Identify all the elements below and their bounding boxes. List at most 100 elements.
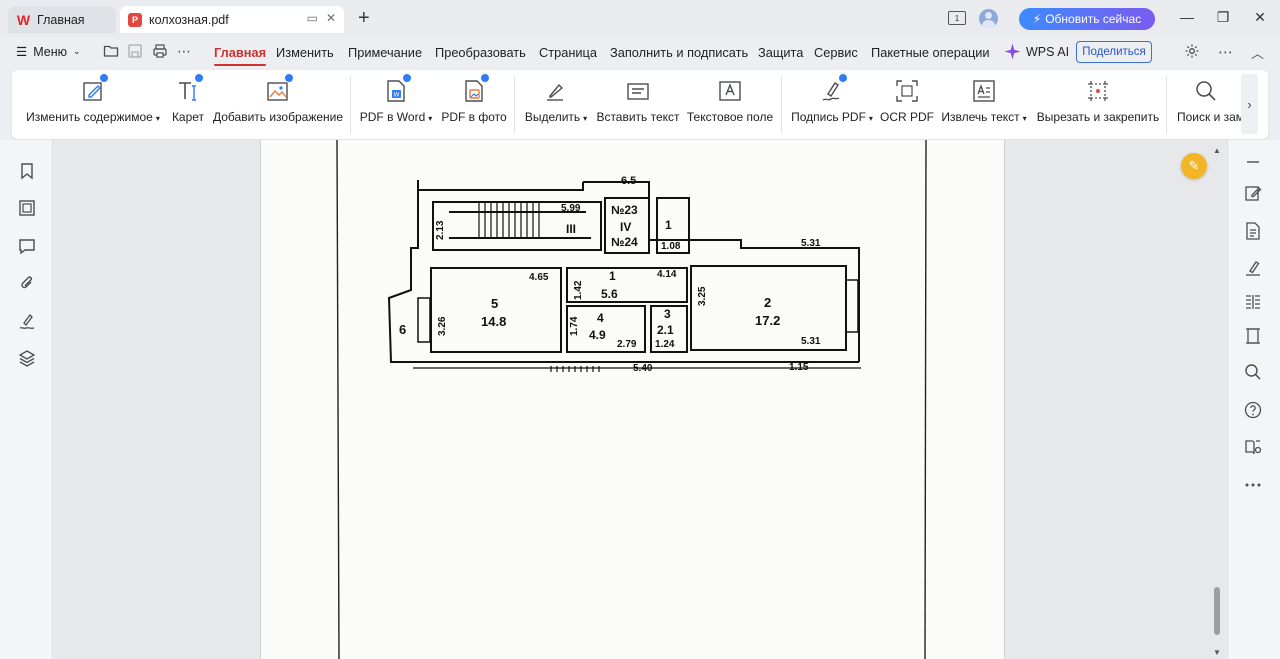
- plan-label: 5.40: [633, 363, 653, 374]
- tab-convert[interactable]: Преобразовать: [435, 45, 526, 60]
- layers-icon[interactable]: [17, 348, 37, 368]
- tab-document[interactable]: P колхозная.pdf ▭ ✕: [120, 6, 344, 33]
- hamburger-icon: ☰: [16, 45, 28, 59]
- pdf-signature-button[interactable]: Подпись PDF ▾: [791, 73, 873, 134]
- svg-text:W: W: [394, 92, 400, 99]
- tab-main[interactable]: Главная: [214, 45, 267, 66]
- plan-label: 4.65: [529, 272, 549, 283]
- window-count-icon[interactable]: 1: [948, 11, 966, 25]
- ocr-pdf-button[interactable]: OCR PDF: [880, 78, 934, 134]
- insert-text-button[interactable]: Вставить текст: [596, 78, 680, 134]
- pdf-to-image-button[interactable]: PDF в фото: [441, 73, 507, 134]
- comments-icon[interactable]: [17, 236, 37, 256]
- tab-comment[interactable]: Примечание: [348, 45, 422, 60]
- main-menu-button[interactable]: ☰ Меню ⌄: [16, 44, 81, 60]
- left-sidebar: [0, 140, 53, 659]
- tab-service[interactable]: Сервис: [814, 45, 858, 60]
- extract-text-button[interactable]: Извлечь текст ▾: [941, 78, 1027, 134]
- tab-page[interactable]: Страница: [539, 45, 597, 60]
- bookmark-icon[interactable]: [17, 161, 37, 181]
- sparkle-icon: [1004, 43, 1021, 60]
- highlight-button[interactable]: Выделить ▾: [524, 78, 588, 134]
- plan-label: 2.13: [435, 220, 446, 240]
- settings-gear-icon[interactable]: [1184, 43, 1200, 63]
- scroll-up-icon[interactable]: ▲: [1213, 146, 1221, 155]
- restore-button[interactable]: ❐: [1213, 9, 1233, 26]
- caret-button[interactable]: Карет: [170, 73, 206, 134]
- collapse-ribbon-icon[interactable]: ︿: [1251, 43, 1264, 62]
- print-icon[interactable]: [152, 43, 168, 62]
- plan-label: 4: [597, 311, 604, 325]
- tab-fill-sign[interactable]: Заполнить и подписать: [610, 45, 748, 60]
- ribbon-separator: [350, 76, 351, 134]
- more-quick-actions-icon[interactable]: ⋯: [177, 43, 191, 60]
- plan-label: 4.14: [657, 269, 677, 280]
- thumbnails-icon[interactable]: [17, 198, 37, 218]
- tab-edit[interactable]: Изменить: [276, 45, 334, 60]
- extract-text-label: Извлечь текст: [941, 110, 1020, 124]
- pdf-page: 6.5 5.99 III №23 IV №24 1 1.08 5.31 2.13…: [260, 140, 1005, 659]
- collapse-panel-icon[interactable]: [1243, 152, 1263, 172]
- plan-label: 1: [665, 218, 672, 232]
- reading-mode-icon[interactable]: [1243, 437, 1263, 457]
- save-icon[interactable]: [127, 43, 143, 62]
- scrollbar-thumb[interactable]: [1214, 587, 1220, 635]
- plan-label: 14.8: [481, 314, 506, 329]
- new-tab-button[interactable]: +: [358, 8, 370, 28]
- pdf-to-word-button[interactable]: W PDF в Word ▾: [360, 73, 432, 134]
- scroll-down-icon[interactable]: ▼: [1213, 648, 1221, 657]
- search-replace-icon: [1193, 78, 1219, 104]
- open-folder-icon[interactable]: [103, 43, 119, 62]
- tab-home[interactable]: W Главная: [8, 6, 116, 33]
- tab-monitor-icon[interactable]: ▭: [307, 11, 318, 25]
- tab-close-icon[interactable]: ✕: [326, 11, 336, 25]
- chevron-down-icon: ⌄: [73, 46, 81, 56]
- pdf-to-image-label: PDF в фото: [441, 110, 507, 124]
- plan-label: 1.42: [573, 280, 584, 300]
- main-menu-label: Меню: [33, 44, 68, 59]
- title-bar: W Главная P колхозная.pdf ▭ ✕ + 1 ⚡ Обно…: [0, 0, 1280, 37]
- signature-panel-icon[interactable]: [17, 311, 37, 331]
- plan-label: 1.08: [661, 241, 681, 252]
- plan-label: 5.31: [801, 336, 821, 347]
- vertical-scrollbar[interactable]: ▲ ▼: [1210, 140, 1224, 659]
- sign-tool-icon[interactable]: [1243, 258, 1263, 278]
- attachment-icon[interactable]: [17, 273, 37, 293]
- search-replace-button[interactable]: Поиск и зам: [1177, 78, 1241, 134]
- plan-label: 3.26: [437, 316, 448, 336]
- crop-and-pin-button[interactable]: Вырезать и закрепить: [1036, 78, 1160, 134]
- chevron-down-icon: ▾: [868, 114, 873, 123]
- wps-ai-button[interactable]: WPS AI: [1004, 43, 1069, 60]
- help-icon[interactable]: [1243, 400, 1263, 420]
- ribbon-separator: [781, 76, 782, 134]
- share-button[interactable]: Поделиться: [1076, 41, 1152, 63]
- add-image-button[interactable]: Добавить изображение: [213, 73, 343, 134]
- scroll-view-icon[interactable]: [1243, 326, 1263, 346]
- plan-label: 5: [491, 296, 498, 311]
- edit-content-icon: [80, 73, 109, 104]
- text-box-button[interactable]: Текстовое поле: [687, 78, 773, 134]
- edit-pencil-button[interactable]: ✎: [1181, 153, 1207, 179]
- document-viewer[interactable]: 6.5 5.99 III №23 IV №24 1 1.08 5.31 2.13…: [54, 140, 1226, 659]
- plan-label: 17.2: [755, 313, 780, 328]
- avatar[interactable]: [979, 9, 998, 28]
- highlight-label: Выделить: [524, 110, 581, 124]
- ocr-pdf-label: OCR PDF: [880, 110, 934, 124]
- close-window-button[interactable]: ✕: [1250, 9, 1270, 26]
- tab-protect[interactable]: Защита: [758, 45, 803, 60]
- edit-note-icon[interactable]: [1243, 183, 1263, 203]
- more-options-icon[interactable]: ⋯: [1218, 43, 1233, 61]
- plan-label: 2.1: [657, 323, 674, 337]
- minimize-button[interactable]: —: [1177, 9, 1197, 25]
- plan-label: 1.15: [789, 362, 809, 373]
- tab-batch[interactable]: Пакетные операции: [871, 45, 990, 60]
- ribbon-scroll-right-button[interactable]: ›: [1241, 74, 1258, 134]
- more-tools-icon[interactable]: [1243, 475, 1263, 495]
- edit-content-button[interactable]: Изменить содержимое ▾: [26, 73, 160, 134]
- search-icon[interactable]: [1243, 362, 1263, 382]
- compare-columns-icon[interactable]: [1243, 292, 1263, 312]
- document-properties-icon[interactable]: [1243, 221, 1263, 241]
- plan-label: 6: [399, 322, 406, 337]
- upgrade-button[interactable]: ⚡ Обновить сейчас: [1019, 8, 1155, 30]
- plan-label: 5.6: [601, 287, 618, 301]
